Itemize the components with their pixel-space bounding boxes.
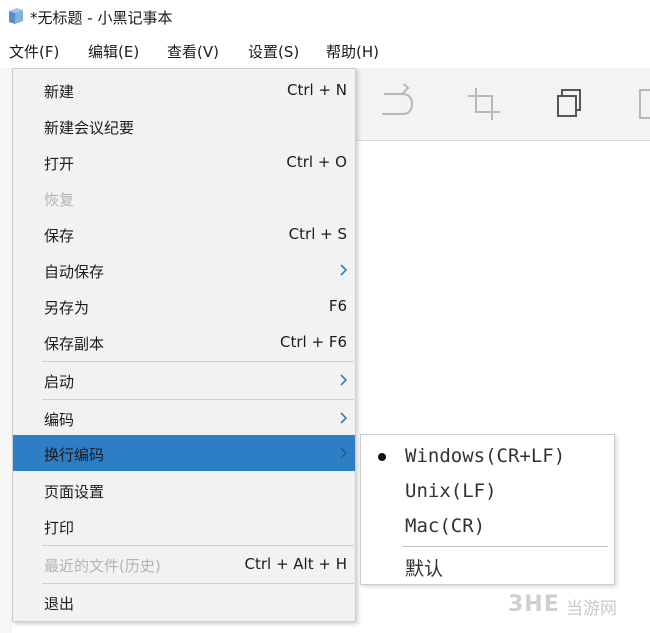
window-title: *无标题 - 小黑记事本	[30, 9, 173, 27]
menu-item-label: 页面设置	[44, 483, 105, 501]
menu-help[interactable]: 帮助(H)	[326, 41, 379, 62]
menu-bar: 文件(F) 编辑(E) 查看(V) 设置(S) 帮助(H)	[0, 34, 650, 68]
menu-item-page-setup[interactable]: 页面设置	[13, 472, 355, 508]
menu-item-label: 保存	[44, 227, 75, 245]
menu-item-label: 保存副本	[44, 335, 105, 353]
menu-item-open[interactable]: 打开 Ctrl + O	[13, 144, 355, 180]
menu-item-new-meeting-notes[interactable]: 新建会议纪要	[13, 108, 355, 144]
menu-item-recent-files: 最近的文件(历史) Ctrl + Alt + H	[13, 546, 355, 582]
menu-item-encoding[interactable]: 编码	[13, 400, 355, 436]
selected-bullet-icon	[378, 453, 386, 461]
submenu-item-label: Windows(CR+LF)	[405, 445, 566, 467]
chevron-right-icon	[340, 264, 348, 276]
menu-item-save[interactable]: 保存 Ctrl + S	[13, 216, 355, 252]
submenu-item-mac[interactable]: Mac(CR)	[361, 509, 614, 543]
menu-item-startup[interactable]: 启动	[13, 362, 355, 398]
menu-item-label: 换行编码	[44, 446, 105, 464]
redo-icon[interactable]	[376, 84, 416, 124]
menu-item-label: 打开	[44, 155, 75, 173]
menu-item-label: 编码	[44, 411, 75, 429]
submenu-item-label: Unix(LF)	[405, 480, 497, 502]
chevron-right-icon	[340, 412, 348, 424]
menu-item-label: 退出	[44, 595, 75, 613]
menu-item-label: 最近的文件(历史)	[44, 557, 161, 575]
menu-item-auto-save[interactable]: 自动保存	[13, 252, 355, 288]
menu-item-exit[interactable]: 退出	[13, 584, 355, 620]
menu-item-label: 新建	[44, 83, 75, 101]
menu-item-save-copy[interactable]: 保存副本 Ctrl + F6	[13, 324, 355, 360]
menu-item-shortcut: Ctrl + N	[286, 81, 347, 99]
watermark-logo: 3HE	[508, 592, 560, 617]
menu-item-shortcut: Ctrl + O	[286, 153, 347, 171]
menu-backdrop	[0, 68, 12, 633]
chevron-right-icon	[340, 374, 348, 386]
submenu-item-label: 默认	[405, 558, 444, 580]
notebook-icon	[9, 8, 23, 24]
menu-item-label: 恢复	[44, 191, 75, 209]
menu-item-restore: 恢复	[13, 180, 355, 216]
menu-item-save-as[interactable]: 另存为 F6	[13, 288, 355, 324]
menu-item-shortcut: Ctrl + Alt + H	[244, 555, 348, 573]
watermark-text: 当游网	[566, 599, 617, 619]
menu-item-new[interactable]: 新建 Ctrl + N	[13, 72, 355, 108]
toolbar	[356, 68, 650, 141]
menu-item-shortcut: Ctrl + S	[288, 225, 347, 243]
menu-item-print[interactable]: 打印	[13, 508, 355, 544]
menu-item-label: 自动保存	[44, 263, 105, 281]
submenu-item-unix[interactable]: Unix(LF)	[361, 474, 614, 508]
copy-icon[interactable]	[550, 84, 590, 124]
menu-view[interactable]: 查看(V)	[167, 41, 219, 62]
menu-item-label: 新建会议纪要	[44, 119, 135, 137]
menu-item-label: 另存为	[44, 299, 90, 317]
menu-settings[interactable]: 设置(S)	[248, 41, 299, 62]
line-ending-submenu: Windows(CR+LF) Unix(LF) Mac(CR) 默认	[360, 434, 615, 585]
chevron-right-icon	[340, 447, 348, 459]
submenu-item-label: Mac(CR)	[405, 515, 486, 537]
watermark: 3HE 当游网	[508, 590, 643, 620]
menu-item-label: 启动	[44, 373, 75, 391]
title-bar: *无标题 - 小黑记事本	[0, 0, 650, 34]
menu-item-line-ending[interactable]: 换行编码	[13, 435, 355, 471]
file-menu-dropdown: 新建 Ctrl + N 新建会议纪要 打开 Ctrl + O 恢复 保存 Ctr…	[12, 68, 356, 622]
submenu-separator	[403, 546, 608, 547]
menu-item-shortcut: F6	[328, 297, 347, 315]
menu-item-shortcut: Ctrl + F6	[280, 333, 347, 351]
menu-file[interactable]: 文件(F)	[9, 41, 59, 62]
menu-item-label: 打印	[44, 519, 75, 537]
submenu-item-default[interactable]: 默认	[361, 548, 614, 582]
menu-edit[interactable]: 编辑(E)	[88, 41, 139, 62]
page-icon[interactable]	[634, 84, 650, 124]
submenu-item-windows[interactable]: Windows(CR+LF)	[361, 439, 614, 473]
crop-icon[interactable]	[464, 84, 504, 124]
